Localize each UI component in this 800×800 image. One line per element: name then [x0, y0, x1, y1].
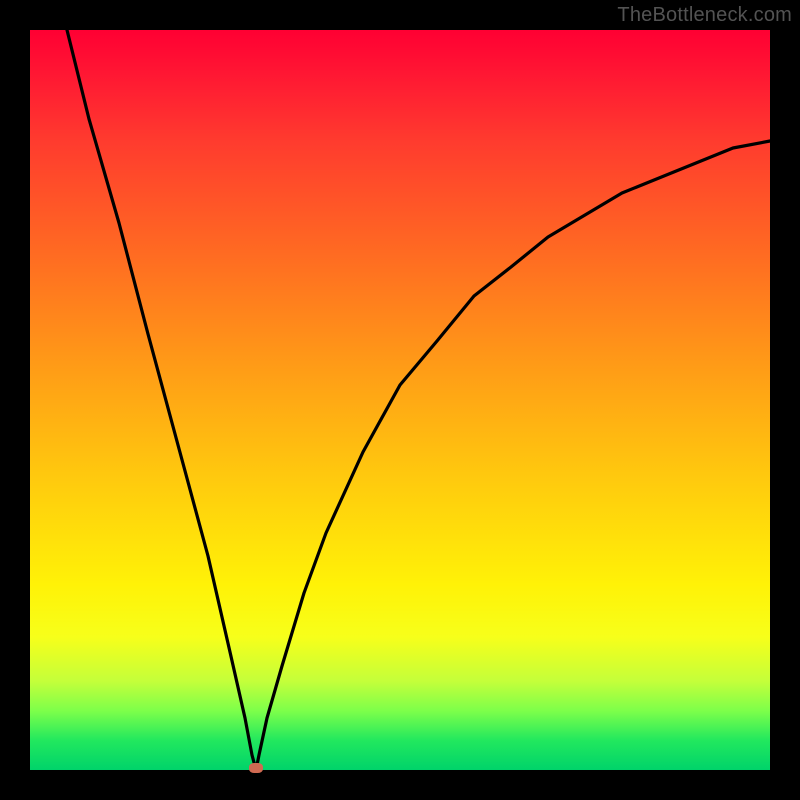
plot-area: [30, 30, 770, 770]
bottleneck-curve: [30, 30, 770, 770]
curve-path: [67, 30, 770, 770]
min-point-marker: [249, 763, 263, 773]
chart-frame: TheBottleneck.com: [0, 0, 800, 800]
watermark-text: TheBottleneck.com: [617, 4, 792, 27]
